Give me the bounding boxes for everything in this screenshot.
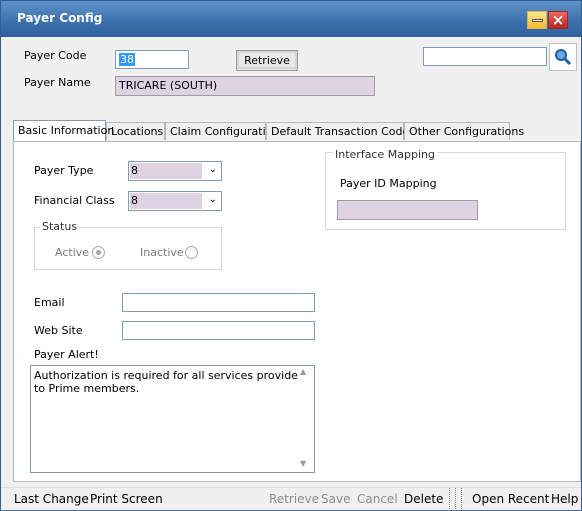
status-label: Status <box>40 220 80 233</box>
inactive-radio[interactable] <box>185 246 198 259</box>
last-change-button[interactable]: Last Change <box>14 492 89 506</box>
payer-code-value: 38 <box>119 53 135 66</box>
payer-id-mapping-field <box>337 200 478 220</box>
scroll-down-icon[interactable]: ▼ <box>300 459 306 468</box>
help-button[interactable]: Help <box>551 492 578 506</box>
payer-type-label: Payer Type <box>34 164 94 177</box>
chevron-down-icon: ⌄ <box>208 194 217 205</box>
scroll-up-icon[interactable]: ▲ <box>300 367 306 376</box>
payer-type-select[interactable]: 8 ⌄ <box>128 161 222 181</box>
financial-class-label: Financial Class <box>34 194 115 207</box>
chevron-down-icon: ⌄ <box>208 164 217 175</box>
website-label: Web Site <box>34 324 83 337</box>
payer-alert-label: Payer Alert! <box>34 348 99 361</box>
tab-claim-configuration[interactable]: Claim Configuration <box>165 122 279 140</box>
active-label: Active <box>55 246 90 259</box>
save-button[interactable]: Save <box>321 492 350 506</box>
financial-class-select[interactable]: 8 ⌄ <box>128 191 222 211</box>
payer-code-input[interactable]: 38 <box>115 50 189 69</box>
bottom-retrieve-button[interactable]: Retrieve <box>269 492 319 506</box>
close-icon: × <box>551 11 565 29</box>
tab-locations[interactable]: Locations <box>106 122 165 140</box>
close-button[interactable]: × <box>548 11 568 29</box>
email-input[interactable] <box>122 293 315 312</box>
tab-basic-information[interactable]: Basic Information <box>13 120 114 141</box>
website-input[interactable] <box>122 321 315 340</box>
minimize-icon <box>531 18 543 22</box>
print-screen-button[interactable]: Print Screen <box>90 492 163 506</box>
bottom-action-bar: Last Change Print Screen Retrieve Save C… <box>1 487 581 511</box>
separator-handle <box>455 488 459 511</box>
email-label: Email <box>34 296 65 309</box>
retrieve-button[interactable]: Retrieve <box>236 50 298 71</box>
payer-code-label: Payer Code <box>24 49 87 62</box>
search-input[interactable] <box>423 47 547 66</box>
title-bar[interactable]: Payer Config × <box>1 1 581 37</box>
retrieve-button-label: Retrieve <box>237 51 297 69</box>
open-recent-button[interactable]: Open Recent <box>472 492 549 506</box>
payer-config-window: Payer Config × Payer Code 38 Retrieve Pa… <box>0 0 582 511</box>
cancel-button[interactable]: Cancel <box>357 492 398 506</box>
payer-id-mapping-label: Payer ID Mapping <box>340 177 437 190</box>
window-title: Payer Config <box>17 11 103 25</box>
payer-name-field: TRICARE (SOUTH) <box>115 76 375 96</box>
payer-type-value: 8 <box>130 163 202 179</box>
tab-default-transaction-codes[interactable]: Default Transaction Codes <box>266 122 415 140</box>
basic-information-panel: Payer Type 8 ⌄ Financial Class 8 ⌄ Statu… <box>13 141 581 482</box>
payer-alert-textarea[interactable]: Authorization is required for all servic… <box>30 365 315 473</box>
inactive-label: Inactive <box>140 246 184 259</box>
separator-handle <box>449 488 453 511</box>
tab-other-configurations[interactable]: Other Configurations <box>404 122 524 140</box>
active-radio[interactable] <box>92 246 105 259</box>
status-group: Status Active Inactive <box>34 220 222 270</box>
payer-alert-scrollbar[interactable]: ▲ ▼ <box>298 366 312 470</box>
interface-mapping-group: Interface Mapping Payer ID Mapping <box>325 148 566 230</box>
search-icon <box>555 49 572 66</box>
interface-mapping-title: Interface Mapping <box>333 148 437 161</box>
minimize-button[interactable] <box>527 11 547 29</box>
delete-button[interactable]: Delete <box>404 492 443 506</box>
separator-handle <box>461 488 465 511</box>
financial-class-value: 8 <box>130 193 202 209</box>
search-button[interactable] <box>549 43 577 71</box>
payer-name-label: Payer Name <box>24 76 91 89</box>
